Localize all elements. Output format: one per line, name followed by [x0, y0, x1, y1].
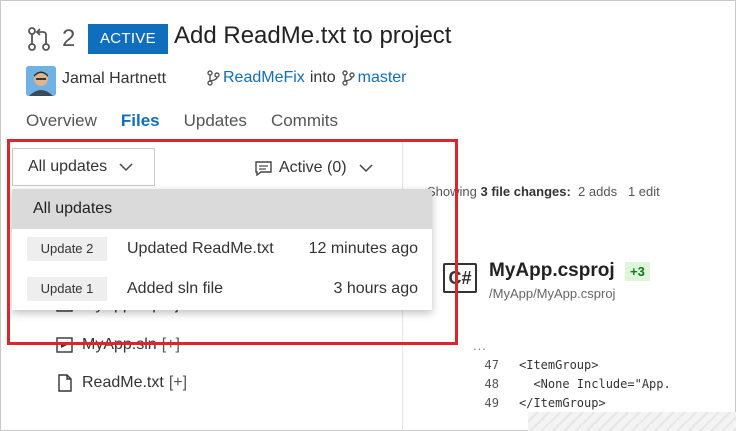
tree-item-status: [+] — [161, 336, 180, 353]
code-diff: 47 <ItemGroup> 48 <None Include="App. 49… — [473, 356, 671, 413]
line-number: 47 — [484, 358, 499, 372]
menu-item-update-1[interactable]: Update 1 Added sln file 3 hours ago — [12, 269, 432, 309]
comments-filter-label: Active (0) — [279, 159, 347, 176]
tab-updates[interactable]: Updates — [184, 111, 247, 131]
page-title: Add ReadMe.txt to project — [174, 22, 452, 49]
line-text: <None Include="App. — [519, 377, 671, 391]
author-name[interactable]: Jamal Hartnett — [62, 70, 166, 88]
comment-icon — [255, 160, 272, 176]
updates-filter-label: All updates — [28, 158, 108, 175]
file-icon — [58, 374, 72, 392]
code-line: 49 </ItemGroup> — [473, 394, 671, 413]
diff-panel: Showing 3 file changes: 2 adds 1 edit C#… — [402, 142, 736, 431]
source-branch-link[interactable]: ReadMeFix — [223, 69, 305, 87]
diff-file-name[interactable]: MyApp.csproj — [489, 260, 615, 282]
solution-file-icon — [56, 337, 73, 353]
menu-item-update-2[interactable]: Update 2 Updated ReadMe.txt 12 minutes a… — [12, 229, 432, 269]
updates-dropdown-menu: All updates Update 2 Updated ReadMe.txt … — [12, 189, 432, 310]
tree-item-label: MyApp.sln — [82, 336, 157, 353]
target-branch-link[interactable]: master — [358, 69, 407, 87]
code-ellipsis: ... — [473, 338, 487, 353]
update-description: Added sln file — [127, 280, 224, 297]
diff-file-path: /MyApp/MyApp.csproj — [489, 286, 616, 301]
tree-item-status: [+] — [168, 374, 188, 391]
line-text: <ItemGroup> — [519, 358, 599, 372]
summary-count: 3 file changes: — [480, 184, 571, 199]
update-time: 12 minutes ago — [308, 240, 418, 257]
branch-info: ReadMeFix into master — [206, 69, 407, 87]
pr-number: 2 — [62, 25, 76, 52]
csharp-file-icon: C# — [443, 263, 477, 293]
code-line: 47 <ItemGroup> — [473, 356, 671, 375]
changes-summary: Showing 3 file changes: 2 adds 1 edit — [427, 184, 660, 199]
tree-item-sln[interactable]: MyApp.sln [+] — [56, 336, 180, 354]
updates-filter-dropdown[interactable]: All updates — [12, 148, 155, 186]
branch-icon — [207, 70, 220, 86]
summary-adds: 2 adds — [578, 184, 618, 199]
avatar — [26, 66, 56, 96]
summary-edits: 1 edit — [627, 184, 660, 199]
update-description: Updated ReadMe.txt — [127, 240, 274, 257]
tab-commits[interactable]: Commits — [271, 111, 338, 131]
line-text: </ItemGroup> — [519, 396, 606, 410]
diff-add-count-badge: +3 — [625, 262, 650, 281]
chevron-down-icon — [119, 162, 133, 171]
summary-prefix: Showing — [427, 184, 477, 199]
update-tag: Update 1 — [27, 277, 107, 301]
chevron-down-icon — [359, 163, 373, 172]
menu-item-all-updates[interactable]: All updates — [12, 189, 432, 229]
branch-icon — [341, 70, 355, 86]
line-number: 48 — [484, 377, 499, 391]
hatched-area — [528, 412, 736, 431]
update-time: 3 hours ago — [333, 280, 418, 297]
comments-filter-dropdown[interactable]: Active (0) — [255, 159, 373, 177]
tree-item-readme[interactable]: ReadMe.txt [+] — [56, 374, 187, 392]
status-badge: ACTIVE — [88, 24, 168, 54]
tab-files[interactable]: Files — [121, 111, 160, 131]
branch-into-label: into — [309, 69, 336, 86]
tab-overview[interactable]: Overview — [26, 111, 97, 131]
tab-bar: Overview Files Updates Commits — [26, 111, 338, 131]
update-tag: Update 2 — [27, 237, 107, 261]
code-line: 48 <None Include="App. — [473, 375, 671, 394]
line-number: 49 — [484, 396, 499, 410]
pull-request-icon — [28, 27, 50, 51]
tree-item-label: ReadMe.txt — [82, 374, 164, 391]
